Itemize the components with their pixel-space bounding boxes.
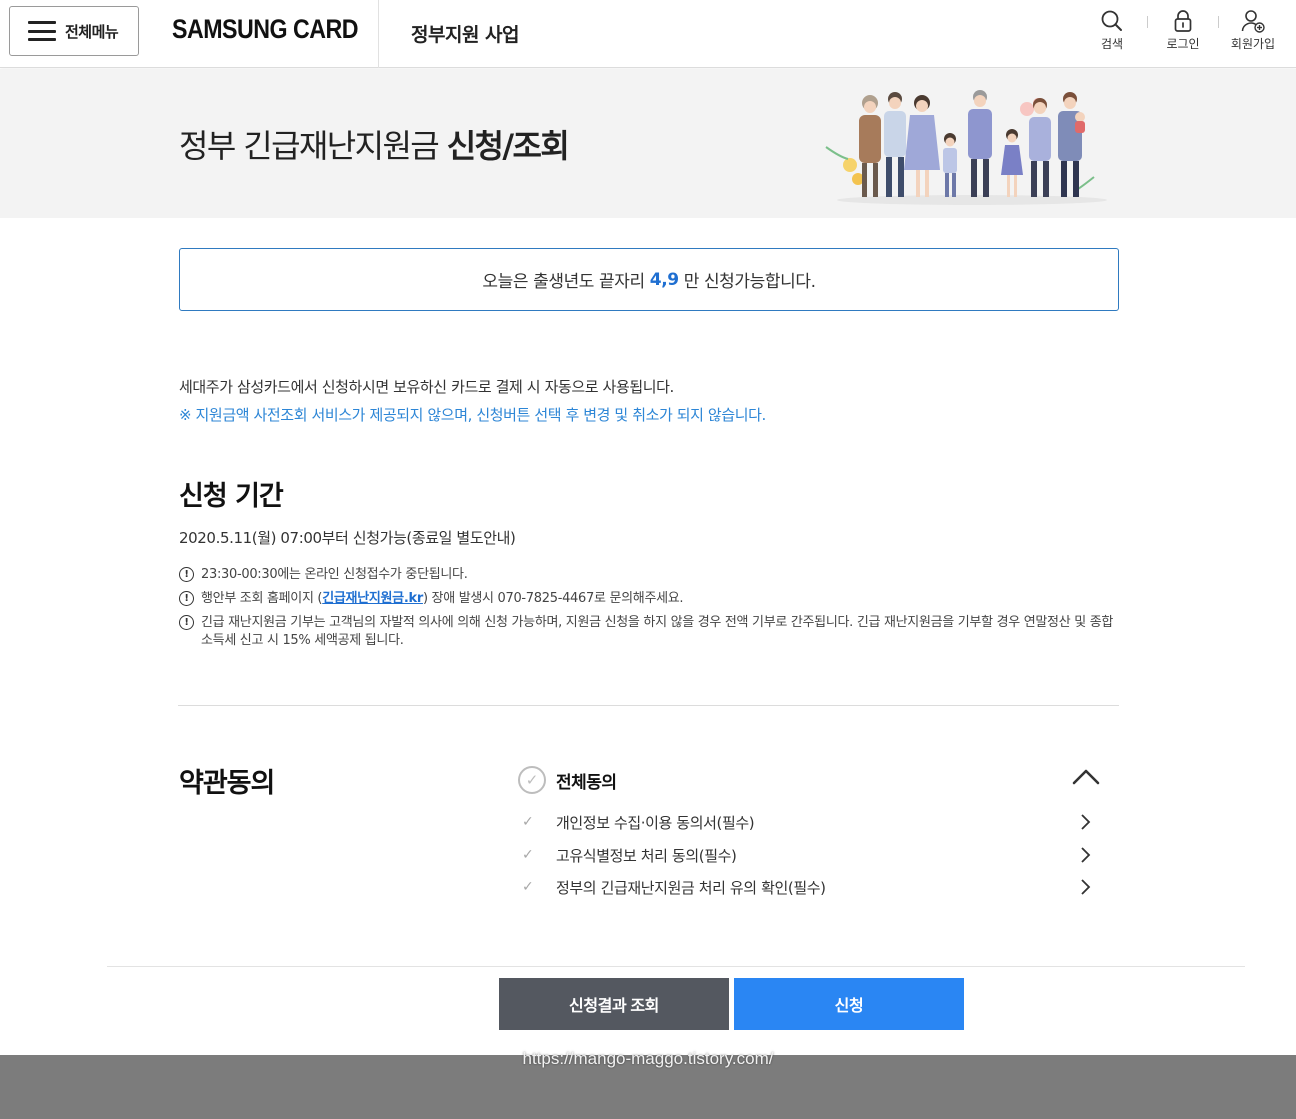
add-user-icon [1241, 10, 1265, 33]
all-menu-label: 전체메뉴 [65, 22, 119, 41]
all-menu-button[interactable]: 전체메뉴 [9, 6, 139, 56]
hamburger-icon [28, 21, 56, 41]
term-label: 개인정보 수집·이용 동의서(필수) [556, 813, 755, 832]
term-item-notice-confirm[interactable]: ✓ 정부의 긴급재난지원금 처리 유의 확인(필수) [522, 874, 1096, 900]
search-icon [1101, 10, 1122, 31]
page-title-bold: 신청/조회 [446, 127, 570, 165]
apply-button[interactable]: 신청 [734, 978, 964, 1030]
birth-year-notice: 오늘은 출생년도 끝자리 4,9 만 신청가능합니다. [179, 248, 1119, 311]
header-divider [378, 0, 379, 68]
view-result-button[interactable]: 신청결과 조회 [499, 978, 729, 1030]
notice-digits: 4,9 [649, 269, 679, 290]
samsung-card-logo[interactable]: SAMSUNG CARD [172, 14, 359, 45]
chevron-right-icon[interactable] [1076, 812, 1096, 832]
note-item: ! 행안부 조회 홈페이지 (긴급재난지원금.kr) 장애 발생시 070-78… [179, 590, 1119, 608]
util-separator [1147, 16, 1148, 28]
signup-label: 회원가입 [1230, 37, 1276, 51]
page-title: 정부 긴급재난지원금 신청/조회 [179, 121, 570, 167]
exclamation-icon: ! [179, 591, 194, 606]
family-illustration [825, 90, 1107, 205]
chevron-right-icon[interactable] [1076, 877, 1096, 897]
signup-button[interactable]: 회원가입 [1223, 8, 1283, 52]
search-button[interactable]: 검색 [1082, 8, 1142, 52]
util-separator [1218, 16, 1219, 28]
lock-icon [1174, 10, 1192, 32]
watermark-text: https://mango-maggo.tistory.com/ [522, 1049, 774, 1068]
page-banner: 정부 긴급재난지원금 신청/조회 [0, 69, 1296, 218]
term-label: 고유식별정보 처리 동의(필수) [556, 846, 737, 865]
period-text: 2020.5.11(월) 07:00부터 신청가능(종료일 별도안내) [179, 529, 516, 547]
notice-prefix: 오늘은 출생년도 끝자리 [482, 272, 645, 292]
term-label: 정부의 긴급재난지원금 처리 유의 확인(필수) [556, 878, 826, 897]
term-item-privacy[interactable]: ✓ 개인정보 수집·이용 동의서(필수) [522, 809, 1096, 835]
note-item: ! 긴급 재난지원금 기부는 고객님의 자발적 의사에 의해 신청 가능하며, … [179, 614, 1119, 650]
note-text: 23:30-00:30에는 온라인 신청접수가 중단됩니다. [201, 567, 468, 582]
check-circle-icon: ✓ [518, 766, 546, 794]
section-divider [178, 705, 1119, 706]
description-line: 세대주가 삼성카드에서 신청하시면 보유하신 카드로 결제 시 자동으로 사용됩… [179, 378, 674, 396]
period-title: 신청 기간 [179, 481, 284, 512]
notice-suffix: 만 신청가능합니다. [683, 272, 816, 292]
terms-title: 약관동의 [179, 768, 275, 799]
check-icon: ✓ [522, 814, 534, 830]
term-item-unique-id[interactable]: ✓ 고유식별정보 처리 동의(필수) [522, 842, 1096, 868]
footer-divider [107, 966, 1245, 967]
login-label: 로그인 [1166, 37, 1200, 51]
top-header: 전체메뉴 SAMSUNG CARD 정부지원 사업 검색 로그인 회원가입 [0, 0, 1296, 68]
disaster-fund-site-link[interactable]: 긴급재난지원금.kr [322, 591, 423, 606]
page-title-regular: 정부 긴급재난지원금 [179, 127, 440, 165]
exclamation-icon: ! [179, 567, 194, 582]
note-text: 긴급 재난지원금 기부는 고객님의 자발적 의사에 의해 신청 가능하며, 지원… [201, 615, 1114, 648]
note-text-before: 행안부 조회 홈페이지 ( [201, 591, 323, 606]
exclamation-icon: ! [179, 615, 194, 630]
agree-all-label: 전체동의 [556, 772, 617, 793]
description-warning: ※ 지원금액 사전조회 서비스가 제공되지 않으며, 신청버튼 선택 후 변경 … [179, 406, 766, 424]
check-icon: ✓ [522, 879, 534, 895]
login-button[interactable]: 로그인 [1153, 8, 1213, 52]
note-text-after: ) 장애 발생시 070-7825-4467로 문의해주세요. [422, 591, 684, 606]
header-title[interactable]: 정부지원 사업 [411, 20, 520, 47]
chevron-right-icon[interactable] [1076, 845, 1096, 865]
period-notes: ! 23:30-00:30에는 온라인 신청접수가 중단됩니다. ! 행안부 조… [179, 566, 1119, 656]
chevron-up-icon[interactable] [1071, 764, 1101, 790]
check-icon: ✓ [522, 847, 534, 863]
agree-all-checkbox[interactable]: ✓ 전체동의 [518, 765, 1100, 795]
note-item: ! 23:30-00:30에는 온라인 신청접수가 중단됩니다. [179, 566, 1119, 584]
search-label: 검색 [1100, 37, 1124, 51]
